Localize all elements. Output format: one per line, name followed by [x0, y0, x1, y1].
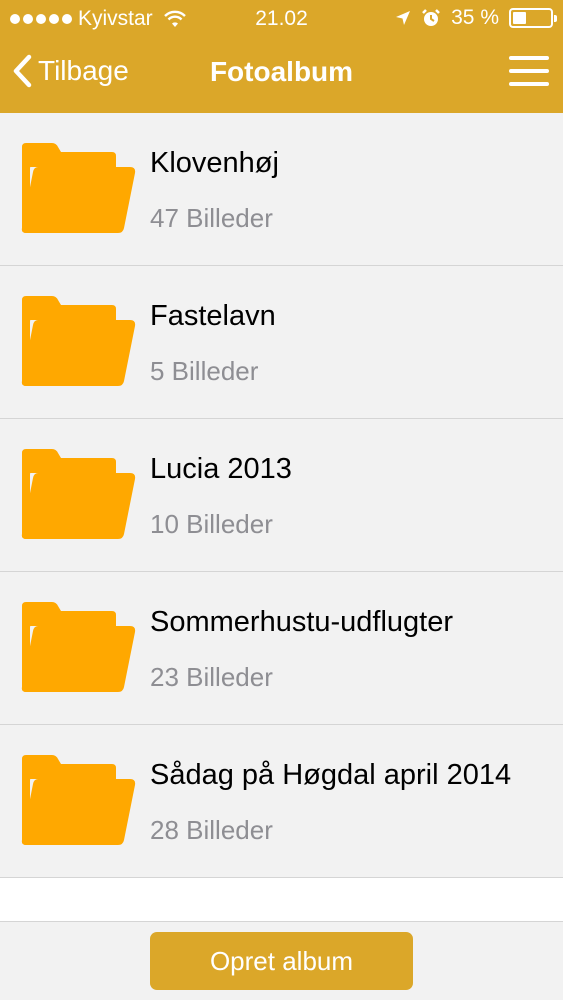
location-arrow-icon [396, 11, 411, 25]
battery-icon [509, 8, 557, 28]
status-right: 35 % [395, 6, 557, 30]
create-album-button[interactable]: Opret album [150, 932, 413, 990]
album-row-klovenhoj[interactable]: Klovenhøj 47 Billeder [0, 113, 563, 266]
list-footer-spacer [0, 878, 563, 922]
album-count: 47 Billeder [150, 203, 273, 233]
album-name: Klovenhøj [150, 147, 279, 179]
folder-icon [21, 449, 136, 539]
album-count: 5 Billeder [150, 356, 259, 386]
folder-icon [21, 602, 136, 692]
album-name: Sommerhustu-udflugter [150, 606, 454, 638]
page-title: Fotoalbum [209, 56, 354, 87]
album-count: 23 Billeder [150, 662, 273, 692]
bottom-toolbar: Opret album [0, 922, 563, 1000]
album-row-lucia-2013[interactable]: Lucia 2013 10 Billeder [0, 419, 563, 572]
hamburger-menu-icon[interactable] [509, 56, 549, 88]
album-name: Sådag på Høgdal april 2014 [150, 759, 512, 791]
album-row-sommerhustu-udflugter[interactable]: Sommerhustu-udflugter 23 Billeder [0, 572, 563, 725]
album-count: 28 Billeder [150, 815, 273, 845]
album-name: Fastelavn [150, 300, 276, 332]
album-row-sadag-pa-hogdal[interactable]: Sådag på Høgdal april 2014 28 Billeder [0, 725, 563, 878]
album-row-fastelavn[interactable]: Fastelavn 5 Billeder [0, 266, 563, 419]
folder-icon [21, 755, 136, 845]
album-list: Klovenhøj 47 Billeder Fastelavn 5 Billed… [0, 113, 563, 878]
top-bar: Kyivstar 21.02 35 % Tilbage Fotoalbum [0, 0, 563, 113]
album-count: 10 Billeder [150, 509, 273, 539]
alarm-clock-icon [422, 9, 441, 26]
navigation-bar: Tilbage Fotoalbum [0, 36, 563, 113]
folder-icon [21, 143, 136, 233]
folder-icon [21, 296, 136, 386]
status-bar: Kyivstar 21.02 35 % [0, 0, 563, 36]
battery-percent: 35 % [451, 6, 499, 29]
album-name: Lucia 2013 [150, 453, 292, 485]
battery-level-fill [513, 12, 526, 24]
